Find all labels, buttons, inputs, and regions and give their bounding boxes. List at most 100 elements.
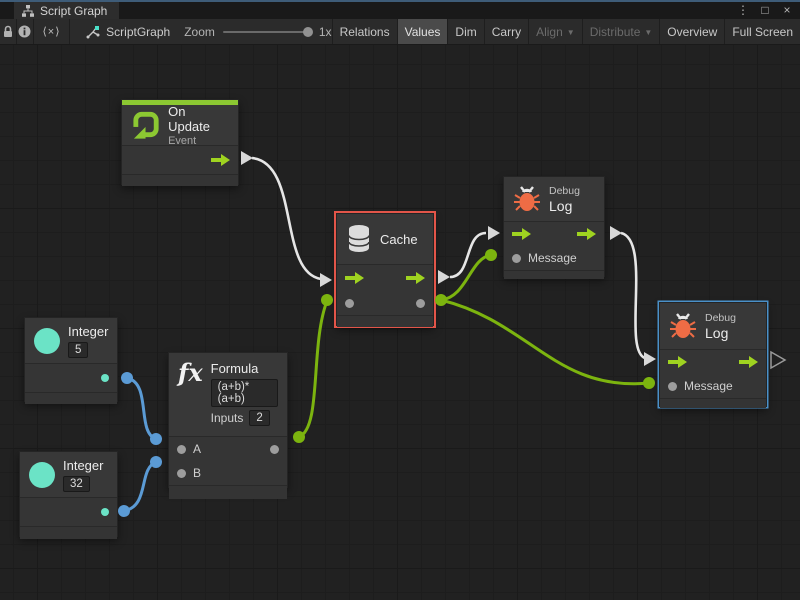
chevron-down-icon: ▼ <box>567 28 575 37</box>
node-footer <box>337 315 433 327</box>
flow-output-port[interactable] <box>211 154 230 166</box>
integer-type-icon <box>29 462 55 488</box>
window-accent-line <box>0 0 800 2</box>
values-button[interactable]: Values <box>397 19 448 44</box>
flow-input-port[interactable] <box>512 228 531 240</box>
node-integer-2[interactable]: Integer 32 <box>19 451 118 537</box>
tab-title: Script Graph <box>40 4 107 18</box>
input-a-port[interactable] <box>177 445 186 454</box>
node-footer <box>122 174 238 186</box>
formula-fx-icon: fx <box>178 361 203 385</box>
node-header: Debug Log <box>504 177 604 221</box>
node-title: Log <box>549 198 580 214</box>
node-header: fx Formula (a+b)*(a+b) Inputs 2 <box>169 353 287 436</box>
node-header: Debug Log <box>660 303 766 349</box>
full-screen-button[interactable]: Full Screen <box>724 19 800 44</box>
value-output-port[interactable] <box>416 299 425 308</box>
node-footer <box>20 526 117 539</box>
node-header: Cache <box>337 214 433 264</box>
node-debug-log-1[interactable]: Debug Log Message <box>503 176 605 277</box>
graph-tab-icon <box>22 5 34 17</box>
node-title: Formula <box>211 361 278 376</box>
distribute-dropdown[interactable]: Distribute ▼ <box>582 19 660 44</box>
node-title: Integer <box>63 458 103 473</box>
align-dropdown[interactable]: Align ▼ <box>528 19 582 44</box>
value-input-port[interactable] <box>345 299 354 308</box>
flow-input-port[interactable] <box>668 356 687 368</box>
message-input-port[interactable] <box>512 254 521 263</box>
result-output-port[interactable] <box>270 445 279 454</box>
node-title: Cache <box>380 232 418 247</box>
graph-breadcrumb[interactable]: ScriptGraph <box>86 19 170 44</box>
integer-value-field[interactable]: 5 <box>68 342 88 358</box>
inputs-label: Inputs <box>211 411 244 425</box>
node-on-update[interactable]: On Update Event <box>121 99 239 185</box>
overview-button[interactable]: Overview <box>659 19 724 44</box>
input-b-port[interactable] <box>177 469 186 478</box>
code-view-button[interactable]: ⟨×⟩ <box>34 19 70 44</box>
node-footer <box>660 398 766 408</box>
dim-button[interactable]: Dim <box>447 19 483 44</box>
code-view-label: ⟨×⟩ <box>43 25 61 38</box>
node-title: On Update <box>168 104 229 134</box>
node-footer <box>169 485 287 499</box>
zoom-label: Zoom <box>184 25 215 39</box>
database-icon <box>346 224 372 254</box>
lock-icon <box>2 25 14 38</box>
node-cache[interactable]: Cache <box>336 213 434 326</box>
flow-output-port[interactable] <box>739 356 758 368</box>
toolbar-button-group: Relations Values Dim Carry Align ▼ Distr… <box>332 19 800 44</box>
zoom-slider[interactable] <box>223 31 311 33</box>
bug-icon <box>669 312 697 340</box>
node-footer <box>25 392 117 404</box>
chevron-down-icon: ▼ <box>644 28 652 37</box>
input-a-label: A <box>193 442 201 456</box>
node-header: On Update Event <box>122 105 238 145</box>
tab-script-graph[interactable]: Script Graph <box>14 2 119 19</box>
zoom-slider-handle[interactable] <box>303 27 313 37</box>
value-output-port[interactable] <box>101 508 109 516</box>
relations-button[interactable]: Relations <box>332 19 397 44</box>
maximize-icon: □ <box>761 3 768 17</box>
bug-icon <box>513 185 541 213</box>
window-maximize-button[interactable]: □ <box>756 1 774 18</box>
node-integer-1[interactable]: Integer 5 <box>24 317 118 402</box>
node-title: Log <box>705 325 736 341</box>
input-b-label: B <box>193 466 201 480</box>
zoom-control: Zoom 1x <box>184 19 331 44</box>
node-kind: Debug <box>705 312 736 324</box>
zoom-value: 1x <box>319 25 332 39</box>
close-icon: × <box>783 3 790 17</box>
script-graph-icon <box>86 25 100 39</box>
flow-output-port[interactable] <box>577 228 596 240</box>
message-input-port[interactable] <box>668 382 677 391</box>
graph-toolbar: ⟨×⟩ ScriptGraph Zoom 1x Relations Values… <box>0 19 800 45</box>
lock-button[interactable] <box>0 19 17 44</box>
graph-name: ScriptGraph <box>106 25 170 39</box>
message-port-label: Message <box>528 251 577 265</box>
node-kind: Debug <box>549 185 580 197</box>
integer-type-icon <box>34 328 60 354</box>
flow-output-port[interactable] <box>406 272 425 284</box>
integer-value-field[interactable]: 32 <box>63 476 90 492</box>
info-button[interactable] <box>17 19 34 44</box>
window-titlebar[interactable]: Script Graph ⋮ □ × <box>0 0 800 19</box>
inputs-count-field[interactable]: 2 <box>249 410 269 426</box>
window-close-button[interactable]: × <box>778 1 796 18</box>
message-port-label: Message <box>684 379 733 393</box>
node-subtitle: Event <box>168 135 229 147</box>
info-icon <box>18 25 31 38</box>
kebab-menu-icon: ⋮ <box>737 3 749 17</box>
carry-button[interactable]: Carry <box>484 19 528 44</box>
node-footer <box>504 270 604 279</box>
node-header: Integer 32 <box>20 452 117 497</box>
node-debug-log-2[interactable]: Debug Log Message <box>659 302 767 407</box>
window-menu-button[interactable]: ⋮ <box>734 1 752 18</box>
value-output-port[interactable] <box>101 374 109 382</box>
formula-expression-field[interactable]: (a+b)*(a+b) <box>211 379 278 407</box>
update-loop-icon <box>131 110 160 140</box>
node-title: Integer <box>68 324 108 339</box>
flow-input-port[interactable] <box>345 272 364 284</box>
node-header: Integer 5 <box>25 318 117 363</box>
node-formula[interactable]: fx Formula (a+b)*(a+b) Inputs 2 A B <box>168 352 288 488</box>
